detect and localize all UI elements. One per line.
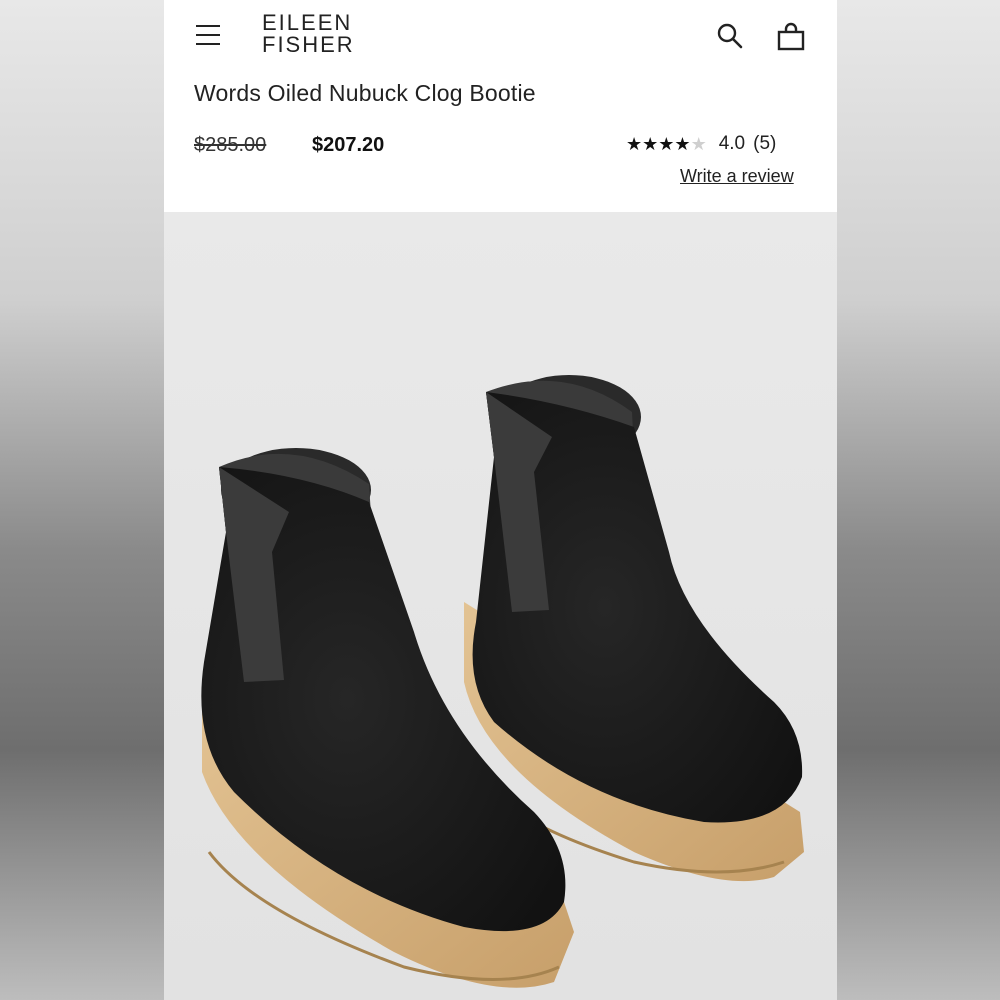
star-filled-icon: ★ <box>642 133 659 154</box>
star-filled-icon: ★ <box>658 133 675 154</box>
background-blur-right <box>836 0 1000 1000</box>
brand-logo-line1: EILEEN <box>262 10 353 35</box>
background-blur-left <box>0 0 164 1000</box>
clog-bootie-photo <box>201 375 804 988</box>
product-header: EILEEN FISHER Words Oiled Nubuck Clog Bo… <box>164 0 837 212</box>
product-page: EILEEN FISHER Words Oiled Nubuck Clog Bo… <box>164 0 837 1000</box>
rating-value: 4.0 <box>718 133 746 154</box>
product-title: Words Oiled Nubuck Clog Bootie <box>194 80 536 106</box>
brand-logo-line2: FISHER <box>262 32 355 57</box>
product-rating[interactable]: ★★★★★ 4.0 (5) <box>626 133 776 155</box>
hamburger-menu-icon[interactable] <box>194 22 222 50</box>
product-image[interactable] <box>164 212 837 1000</box>
star-filled-icon: ★ <box>674 133 691 154</box>
sale-price: $207.20 <box>312 134 385 156</box>
star-empty-icon: ★ <box>690 133 707 154</box>
search-icon[interactable] <box>716 22 744 50</box>
original-price: $285.00 <box>194 134 267 156</box>
brand-logo[interactable]: EILEEN FISHER <box>262 12 355 56</box>
write-review-link[interactable]: Write a review <box>680 166 794 187</box>
shopping-bag-icon[interactable] <box>776 22 806 52</box>
rating-stars-icon: ★★★★★ <box>626 134 707 155</box>
star-filled-icon: ★ <box>626 133 643 154</box>
review-count: (5) <box>753 133 777 154</box>
